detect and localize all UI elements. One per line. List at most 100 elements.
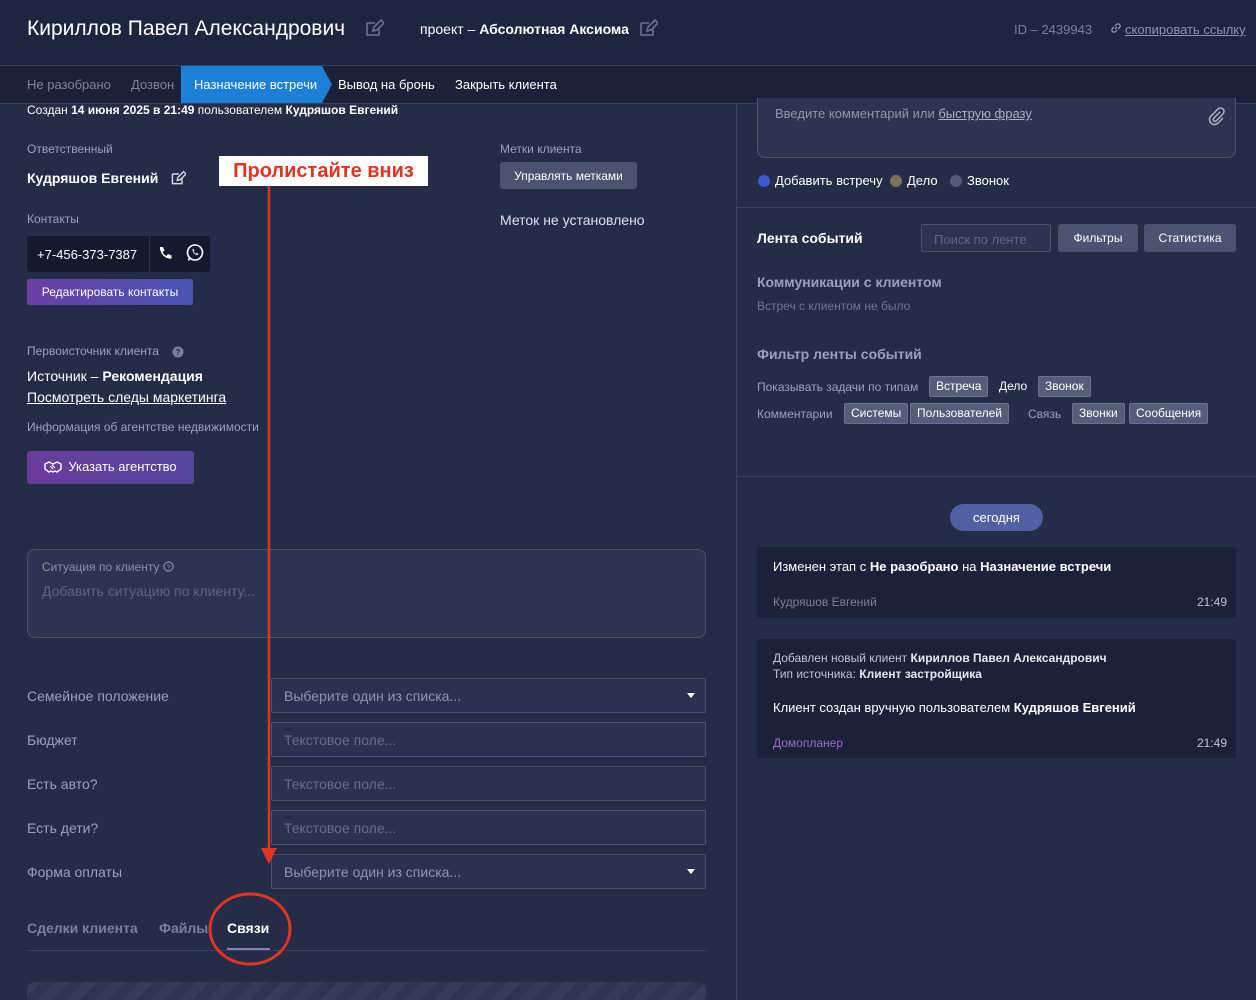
- help-icon: ?: [163, 561, 174, 575]
- tab-links[interactable]: Связи: [227, 920, 269, 936]
- source-prefix: Источник –: [27, 368, 99, 384]
- statistics-button[interactable]: Статистика: [1144, 224, 1236, 252]
- event-time: 21:49: [1196, 736, 1227, 750]
- stage-calling[interactable]: Дозвон: [131, 66, 174, 103]
- payment-form-placeholder: Выберите один из списка...: [284, 864, 462, 880]
- svg-text:?: ?: [166, 562, 170, 571]
- add-meeting-label: Добавить встречу: [775, 173, 883, 188]
- event-stage-change: Изменен этап с Не разобрано на Назначени…: [773, 559, 1111, 574]
- call-label: Звонок: [967, 173, 1009, 188]
- situation-label-wrap: Ситуация по клиенту ?: [42, 560, 174, 575]
- client-details-panel: Создан 14 июня 2025 в 21:49 пользователе…: [0, 103, 736, 1000]
- filter-chip-task[interactable]: Дело: [993, 376, 1033, 397]
- filter-chip-messages[interactable]: Сообщения: [1129, 403, 1209, 424]
- client-id: ID – 2439943: [1014, 22, 1093, 37]
- event-client-name: Кириллов Павел Александрович: [910, 651, 1107, 665]
- handshake-icon: [44, 461, 63, 476]
- has-car-field[interactable]: Текстовое поле...: [271, 766, 706, 801]
- paperclip-icon[interactable]: [1207, 106, 1225, 131]
- stage-not-processed[interactable]: Не разобрано: [27, 66, 111, 103]
- set-agency-button[interactable]: Указать агентство: [27, 451, 194, 484]
- marital-status-select[interactable]: Выберите один из списка...: [271, 678, 706, 713]
- phone-number[interactable]: +7-456-373-7387: [37, 247, 137, 262]
- project-prefix: проект –: [420, 21, 476, 37]
- edit-contacts-button[interactable]: Редактировать контакты: [27, 279, 193, 305]
- no-tags-text: Меток не установлено: [500, 212, 645, 228]
- has-car-placeholder: Текстовое поле...: [284, 776, 397, 792]
- project-name: Абсолютная Аксиома: [479, 21, 629, 37]
- has-children-label: Есть дети?: [27, 820, 99, 836]
- comment-input[interactable]: Введите комментарий или быструю фразу: [757, 98, 1236, 158]
- tabs-divider: [27, 950, 706, 951]
- event-text: Тип источника:: [773, 667, 856, 681]
- event-new-client: Добавлен новый клиент Кириллов Павел Але…: [773, 651, 1107, 665]
- tab-deals[interactable]: Сделки клиента: [27, 920, 138, 936]
- comment-placeholder-text: Введите комментарий или: [775, 106, 935, 121]
- stage-booking[interactable]: Вывод на бронь: [338, 66, 435, 103]
- meeting-dot: [758, 175, 770, 187]
- task-dot: [890, 175, 902, 187]
- payment-form-select[interactable]: Выберите один из списка...: [271, 854, 706, 889]
- created-date: 14 июня 2025 в 21:49: [71, 103, 195, 117]
- agency-label: Информация об агентстве недвижимости: [27, 420, 259, 434]
- phone-icon[interactable]: [157, 245, 173, 266]
- client-name: Кириллов Павел Александрович: [27, 17, 346, 40]
- marketing-link[interactable]: Посмотреть следы маркетинга: [27, 389, 226, 405]
- task-label: Дело: [907, 173, 938, 188]
- contacts-label: Контакты: [27, 212, 79, 226]
- comment-placeholder: Введите комментарий или быструю фразу: [775, 106, 1032, 121]
- phone-contact: +7-456-373-7387: [27, 236, 210, 272]
- task-option[interactable]: Дело: [890, 173, 938, 188]
- edit-responsible-icon[interactable]: [170, 170, 186, 186]
- call-dot: [950, 175, 962, 187]
- situation-label: Ситуация по клиенту: [42, 560, 160, 574]
- event-text: Добавлен новый клиент: [773, 651, 908, 665]
- responsible-name: Кудряшов Евгений: [27, 170, 159, 186]
- tab-files[interactable]: Файлы: [159, 920, 208, 936]
- edit-project-icon[interactable]: [638, 18, 658, 38]
- created-by: Кудряшов Евгений: [285, 103, 399, 117]
- stage-close-client[interactable]: Закрыть клиента: [455, 66, 557, 103]
- event-source-value: Клиент застройщика: [859, 667, 982, 681]
- svg-text:?: ?: [176, 348, 181, 357]
- chevron-down-icon: [687, 693, 695, 698]
- filter-chip-system[interactable]: Системы: [844, 403, 909, 424]
- call-option[interactable]: Звонок: [950, 173, 1009, 188]
- edit-name-icon[interactable]: [364, 18, 384, 38]
- stage-meeting-scheduling[interactable]: Назначение встречи: [181, 66, 332, 103]
- event-text: Изменен этап с: [773, 559, 867, 574]
- source-value: Рекомендация: [102, 368, 203, 384]
- whatsapp-icon[interactable]: [185, 243, 205, 268]
- payment-form-label: Форма оплаты: [27, 864, 123, 880]
- marital-status-label: Семейное положение: [27, 688, 169, 704]
- feed-search-input[interactable]: Поиск по ленте: [921, 224, 1051, 252]
- filters-button[interactable]: Фильтры: [1058, 224, 1138, 252]
- filter-chip-users[interactable]: Пользователей: [910, 403, 1009, 424]
- manage-tags-button[interactable]: Управлять метками: [500, 162, 637, 189]
- budget-field[interactable]: Текстовое поле...: [271, 722, 706, 757]
- scroll-down-hint: Пролистайте вниз: [219, 156, 428, 186]
- feed-title: Лента событий: [757, 230, 863, 246]
- has-children-field[interactable]: Текстовое поле...: [271, 810, 706, 845]
- project-info: проект – Абсолютная Аксиома: [420, 21, 629, 37]
- add-meeting-option[interactable]: Добавить встречу: [758, 173, 883, 188]
- has-car-label: Есть авто?: [27, 776, 98, 792]
- filter-chip-call[interactable]: Звонок: [1038, 376, 1091, 397]
- event-card: Изменен этап с Не разобрано на Назначени…: [757, 547, 1236, 618]
- event-text: Клиент создан вручную пользователем: [773, 700, 1011, 715]
- copy-link-button[interactable]: скопировать ссылку: [1110, 22, 1246, 37]
- tags-label: Метки клиента: [500, 142, 582, 156]
- filter-chip-meeting[interactable]: Встреча: [929, 376, 989, 397]
- source-label: Первоисточник клиента: [27, 344, 159, 358]
- right-separator: [737, 207, 1256, 208]
- created-by-prefix: пользователем: [197, 103, 283, 117]
- situation-textarea[interactable]: Ситуация по клиенту ? Добавить ситуацию …: [27, 549, 706, 638]
- filter-chip-calls[interactable]: Звонки: [1072, 403, 1125, 424]
- quick-phrase-link[interactable]: быструю фразу: [938, 106, 1032, 121]
- has-children-placeholder: Текстовое поле...: [284, 820, 397, 836]
- event-author: Кудряшов Евгений: [773, 595, 877, 609]
- events-panel: Введите комментарий или быструю фразу До…: [737, 98, 1256, 1000]
- help-icon[interactable]: ?: [172, 345, 184, 363]
- budget-label: Бюджет: [27, 732, 78, 748]
- client-header: Кириллов Павел Александрович проект – Аб…: [0, 0, 1256, 66]
